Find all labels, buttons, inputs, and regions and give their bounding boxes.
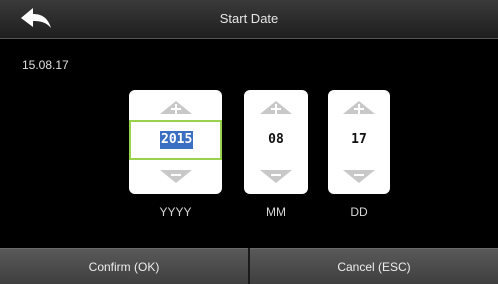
plus-up-icon <box>343 101 375 114</box>
day-value[interactable]: 17 <box>328 132 390 147</box>
year-field[interactable]: 2015 <box>129 120 222 160</box>
minus-down-icon <box>159 170 192 183</box>
day-unit-label: DD <box>350 205 368 219</box>
year-value: 2015 <box>160 131 194 149</box>
day-increment-button[interactable] <box>339 96 379 118</box>
start-date-screen: Start Date 15.08.17 2015 YYYY 08 MM 17 D… <box>0 0 498 284</box>
plus-up-icon <box>159 101 192 114</box>
month-value[interactable]: 08 <box>244 132 308 147</box>
month-spinner: 08 <box>244 90 308 194</box>
month-decrement-button[interactable] <box>256 166 296 188</box>
year-decrement-button[interactable] <box>156 166 196 188</box>
footer-bar: Confirm (OK) Cancel (ESC) <box>0 248 498 284</box>
title-bar: Start Date <box>0 0 498 39</box>
page-title: Start Date <box>219 11 279 26</box>
cancel-button[interactable]: Cancel (ESC) <box>250 248 498 284</box>
date-preview: 15.08.17 <box>22 58 69 72</box>
month-unit-label: MM <box>266 205 286 219</box>
confirm-button[interactable]: Confirm (OK) <box>0 248 248 284</box>
minus-down-icon <box>260 170 292 183</box>
plus-up-icon <box>260 101 292 114</box>
year-unit-label: YYYY <box>159 205 192 219</box>
year-increment-button[interactable] <box>156 96 196 118</box>
minus-down-icon <box>343 170 375 183</box>
day-spinner: 17 <box>328 90 390 194</box>
year-spinner: 2015 <box>129 90 222 194</box>
month-increment-button[interactable] <box>256 96 296 118</box>
day-decrement-button[interactable] <box>339 166 379 188</box>
